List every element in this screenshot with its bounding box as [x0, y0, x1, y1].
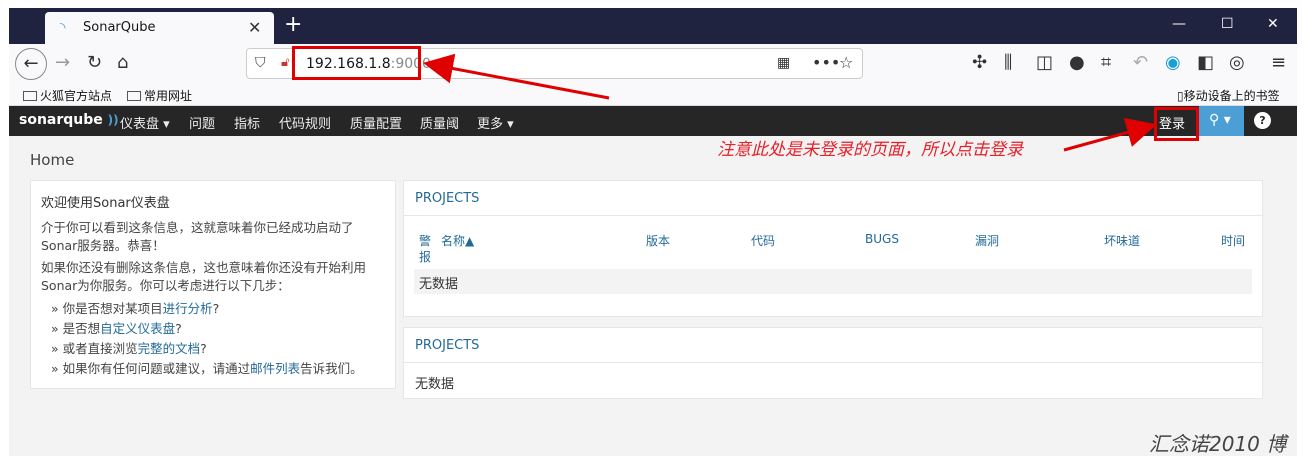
annotation-arrows [423, 53, 1157, 152]
browser-window: ◝ SonarQube ✕ + — ☐ ✕ ← → ↻ ⌂ ⛉ 🔓︎ 192.1… [9, 8, 1297, 456]
login-arrow [1063, 117, 1157, 152]
url-arrow [423, 53, 610, 100]
watermark: 汇念诺2010 博客 [1149, 432, 1287, 456]
